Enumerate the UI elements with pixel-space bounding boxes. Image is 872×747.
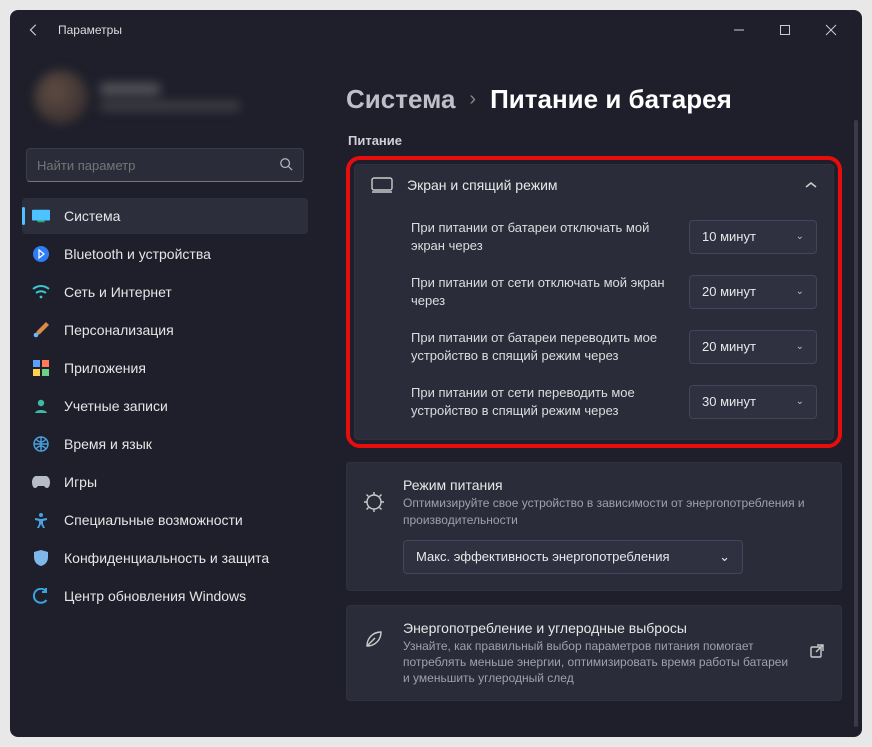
nav-item-accessibility[interactable]: Специальные возможности (22, 502, 308, 538)
power-mode-select[interactable]: Макс. эффективность энергопотребления ⌄ (403, 540, 743, 574)
settings-window: Параметры Система (10, 10, 862, 737)
setting-label: При питании от сети отключать мой экран … (411, 274, 673, 309)
apps-icon (32, 359, 50, 377)
screen-off-battery-select[interactable]: 10 минут ⌄ (689, 220, 817, 254)
select-value: 20 минут (702, 284, 756, 299)
setting-row: При питании от батареи переводить мое ус… (411, 319, 817, 374)
nav-label: Учетные записи (64, 398, 168, 414)
nav-list: Система Bluetooth и устройства Сеть и Ин… (22, 198, 308, 614)
setting-label: При питании от батареи отключать мой экр… (411, 219, 673, 254)
titlebar: Параметры (10, 10, 862, 50)
content: Система › Питание и батарея Питание Экра… (320, 50, 862, 737)
wifi-icon (32, 283, 50, 301)
nav-item-privacy[interactable]: Конфиденциальность и защита (22, 540, 308, 576)
energy-desc: Узнайте, как правильный выбор параметров… (403, 638, 793, 687)
search-box[interactable] (26, 148, 304, 182)
nav-label: Система (64, 208, 120, 224)
app-title: Параметры (58, 23, 122, 37)
nav-item-update[interactable]: Центр обновления Windows (22, 578, 308, 614)
search-input[interactable] (37, 158, 279, 173)
open-link-icon[interactable] (809, 643, 825, 664)
screen-off-plugged-select[interactable]: 20 минут ⌄ (689, 275, 817, 309)
screen-sleep-header[interactable]: Экран и спящий режим (355, 165, 833, 205)
leaf-icon (363, 628, 387, 652)
bluetooth-icon (32, 245, 50, 263)
nav-label: Специальные возможности (64, 512, 243, 528)
back-button[interactable] (18, 14, 50, 46)
nav-item-system[interactable]: Система (22, 198, 308, 234)
shield-icon (32, 549, 50, 567)
accessibility-icon (32, 511, 50, 529)
energy-title: Энергопотребление и углеродные выбросы (403, 620, 793, 636)
screen-sleep-title: Экран и спящий режим (407, 177, 789, 193)
nav-item-apps[interactable]: Приложения (22, 350, 308, 386)
nav-label: Центр обновления Windows (64, 588, 246, 604)
nav-label: Время и язык (64, 436, 152, 452)
update-icon (32, 587, 50, 605)
select-value: 30 минут (702, 394, 756, 409)
chevron-down-icon: ⌄ (719, 549, 730, 565)
nav-item-network[interactable]: Сеть и Интернет (22, 274, 308, 310)
select-value: 20 минут (702, 339, 756, 354)
chevron-up-icon (805, 178, 817, 192)
select-value: Макс. эффективность энергопотребления (416, 549, 670, 564)
maximize-button[interactable] (762, 14, 808, 46)
screen-icon (371, 177, 391, 193)
highlight-annotation: Экран и спящий режим При питании от бата… (346, 156, 842, 448)
power-mode-icon (363, 491, 387, 515)
nav-item-games[interactable]: Игры (22, 464, 308, 500)
setting-label: При питании от батареи переводить мое ус… (411, 329, 673, 364)
nav-label: Приложения (64, 360, 146, 376)
power-mode-title: Режим питания (403, 477, 825, 493)
breadcrumb-current: Питание и батарея (490, 84, 732, 115)
chevron-down-icon: ⌄ (796, 231, 804, 242)
section-label-power: Питание (348, 133, 842, 148)
globe-clock-icon (32, 435, 50, 453)
power-mode-desc: Оптимизируйте свое устройство в зависимо… (403, 495, 825, 527)
select-value: 10 минут (702, 229, 756, 244)
energy-card[interactable]: Энергопотребление и углеродные выбросы У… (346, 605, 842, 702)
nav-label: Bluetooth и устройства (64, 246, 211, 262)
breadcrumb: Система › Питание и батарея (346, 84, 842, 115)
nav-label: Персонализация (64, 322, 174, 338)
setting-row: При питании от батареи отключать мой экр… (411, 209, 817, 264)
setting-label: При питании от сети переводить мое устро… (411, 384, 673, 419)
close-button[interactable] (808, 14, 854, 46)
sleep-battery-select[interactable]: 20 минут ⌄ (689, 330, 817, 364)
scrollbar[interactable] (854, 120, 858, 727)
nav-item-accounts[interactable]: Учетные записи (22, 388, 308, 424)
sleep-plugged-select[interactable]: 30 минут ⌄ (689, 385, 817, 419)
profile-block[interactable] (22, 50, 308, 144)
setting-row: При питании от сети отключать мой экран … (411, 264, 817, 319)
sidebar: Система Bluetooth и устройства Сеть и Ин… (10, 50, 320, 737)
chevron-down-icon: ⌄ (796, 341, 804, 352)
nav-item-personalization[interactable]: Персонализация (22, 312, 308, 348)
screen-sleep-card: Экран и спящий режим При питании от бата… (354, 164, 834, 440)
nav-label: Конфиденциальность и защита (64, 550, 269, 566)
nav-item-time[interactable]: Время и язык (22, 426, 308, 462)
power-mode-card: Режим питания Оптимизируйте свое устройс… (346, 462, 842, 590)
system-icon (32, 207, 50, 225)
avatar (34, 70, 88, 124)
nav-item-bluetooth[interactable]: Bluetooth и устройства (22, 236, 308, 272)
chevron-right-icon: › (469, 88, 476, 111)
search-icon (279, 157, 293, 174)
nav-label: Сеть и Интернет (64, 284, 172, 300)
person-icon (32, 397, 50, 415)
chevron-down-icon: ⌄ (796, 286, 804, 297)
gamepad-icon (32, 473, 50, 491)
brush-icon (32, 321, 50, 339)
breadcrumb-parent[interactable]: Система (346, 84, 455, 115)
chevron-down-icon: ⌄ (796, 396, 804, 407)
nav-label: Игры (64, 474, 97, 490)
setting-row: При питании от сети переводить мое устро… (411, 374, 817, 429)
minimize-button[interactable] (716, 14, 762, 46)
